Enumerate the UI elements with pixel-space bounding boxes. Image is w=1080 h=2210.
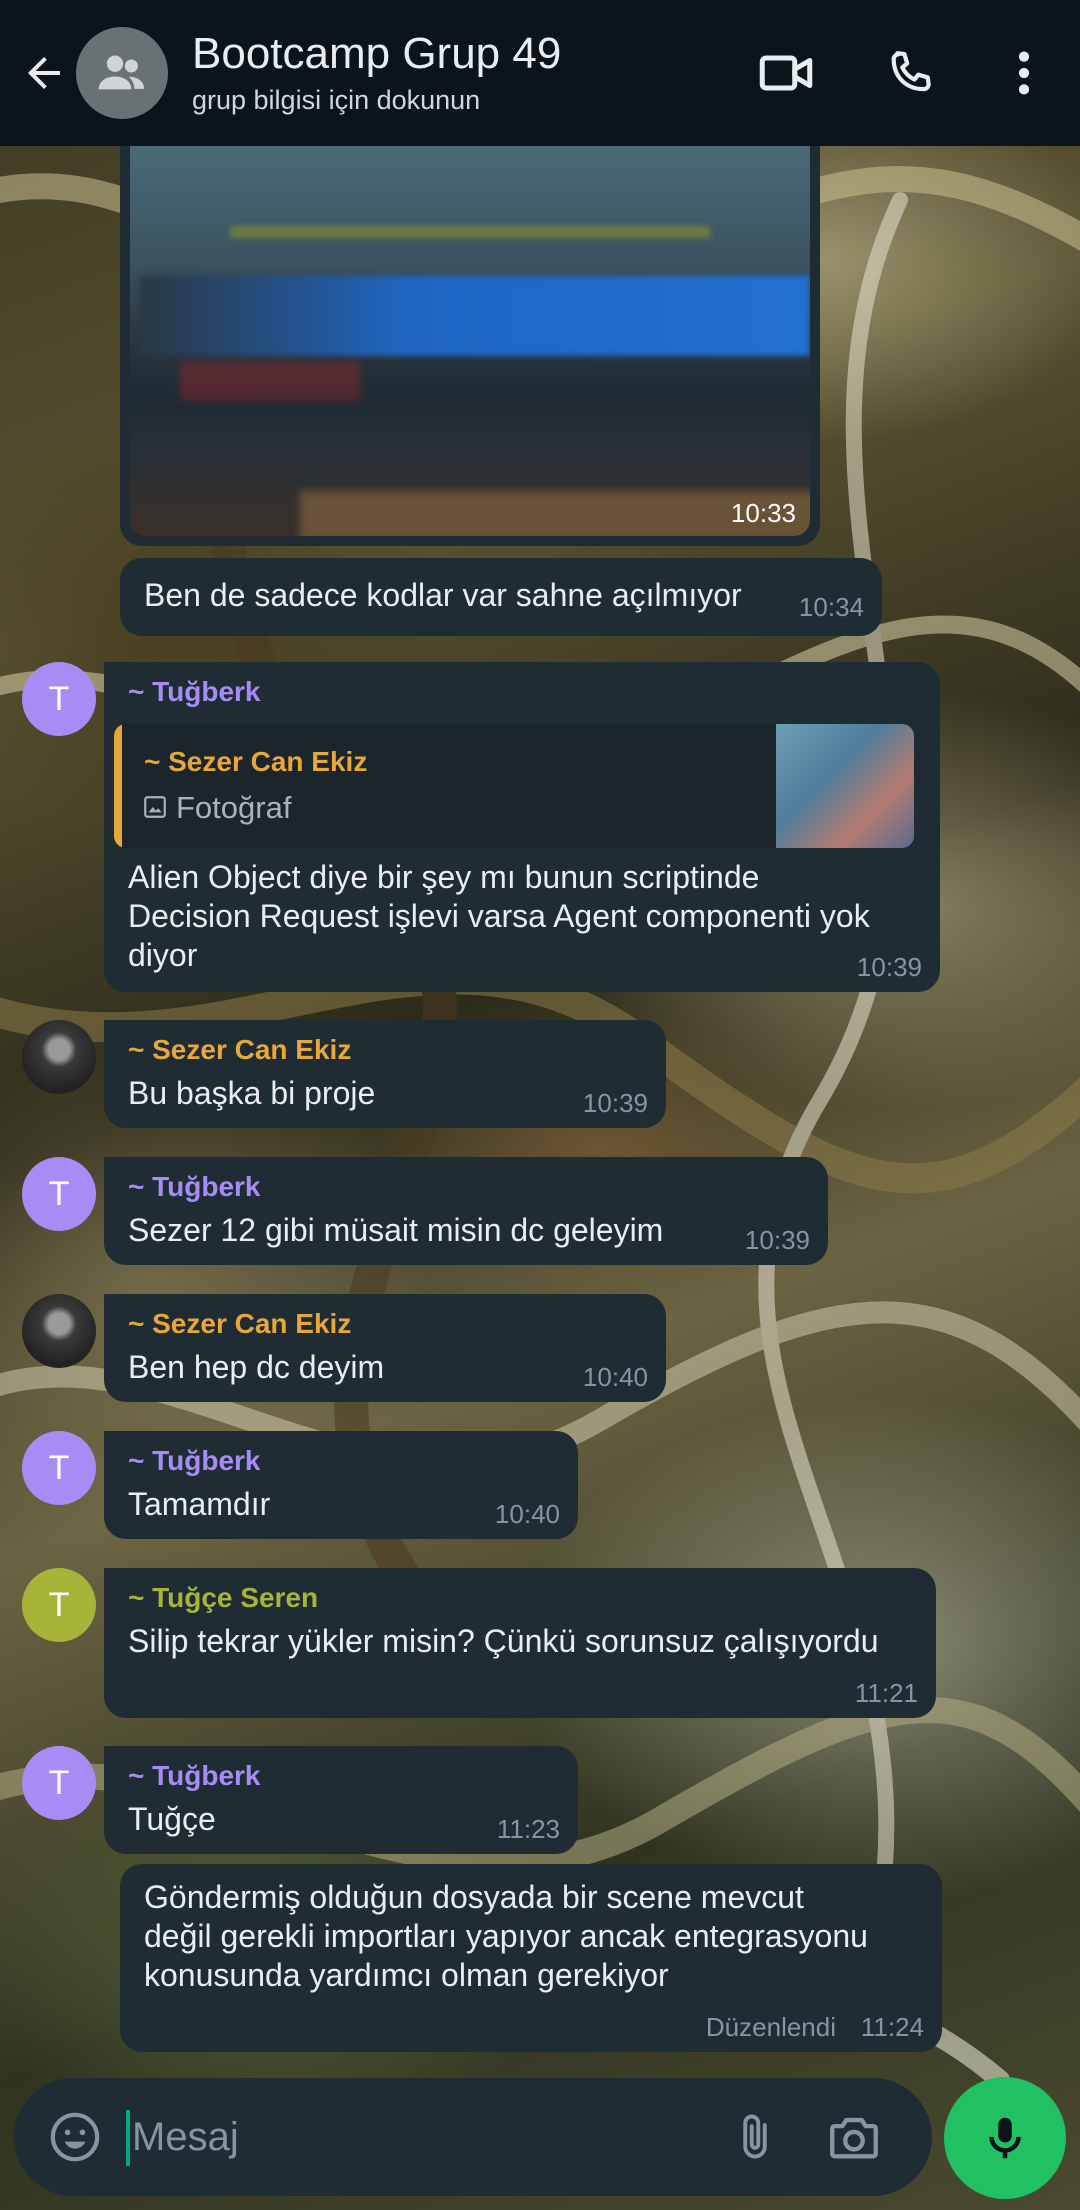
message-text: Tuğçe xyxy=(128,1801,216,1837)
photo-icon xyxy=(142,794,168,825)
phone-icon[interactable] xyxy=(870,33,950,113)
mic-button[interactable] xyxy=(944,2077,1066,2199)
sender-name[interactable]: ~ Tuğberk xyxy=(128,1171,261,1203)
message-time: 10:39 xyxy=(582,1088,648,1118)
message-time: 11:24 xyxy=(860,2012,924,2042)
avatar[interactable] xyxy=(22,1020,96,1094)
message-line: Göndermiş olduğun dosyada bir scene mevc… xyxy=(144,1879,804,1915)
message-bubble[interactable]: Ben de sadece kodlar var sahne açılmıyor… xyxy=(120,558,882,636)
message-bubble[interactable]: ~ Tuğberk ~ Sezer Can Ekiz Fotoğraf Alie… xyxy=(104,662,940,992)
message-time: 10:39 xyxy=(856,952,922,982)
avatar-letter: T xyxy=(48,679,70,718)
blurred-photo[interactable] xyxy=(130,146,810,536)
more-vert-icon[interactable] xyxy=(984,33,1064,113)
message-text: Ben hep dc deyim xyxy=(128,1349,385,1385)
sender-name[interactable]: ~ Tuğberk xyxy=(128,1445,261,1477)
chat-header: Bootcamp Grup 49 grup bilgisi için dokun… xyxy=(0,0,1080,146)
emoji-icon[interactable] xyxy=(40,2102,110,2172)
avatar-letter: T xyxy=(48,1763,70,1802)
message-bubble[interactable]: Göndermiş olduğun dosyada bir scene mevc… xyxy=(120,1864,942,2052)
message-bubble[interactable]: ~ Tuğberk Sezer 12 gibi müsait misin dc … xyxy=(104,1157,828,1265)
paperclip-icon[interactable] xyxy=(720,2102,790,2172)
message-time: 10:33 xyxy=(730,498,796,528)
message-input[interactable] xyxy=(126,2104,686,2170)
avatar[interactable]: T xyxy=(22,1746,96,1820)
message-line: konusunda yardımcı olman gerekiyor xyxy=(144,1957,669,1993)
message-text: Silip tekrar yükler misin? Çünkü sorunsu… xyxy=(128,1623,879,1659)
sender-name[interactable]: ~ Sezer Can Ekiz xyxy=(128,1308,351,1340)
edited-label: Düzenlendi xyxy=(705,2012,836,2042)
message-bubble[interactable]: ~ Tuğberk Tuğçe 11:23 xyxy=(104,1746,578,1854)
chat-title-area[interactable]: Bootcamp Grup 49 grup bilgisi için dokun… xyxy=(192,29,746,115)
avatar[interactable]: T xyxy=(22,662,96,736)
message-line: Alien Object diye bir şey mı bunun scrip… xyxy=(128,859,760,895)
avatar[interactable]: T xyxy=(22,1157,96,1231)
quoted-message[interactable]: ~ Sezer Can Ekiz Fotoğraf xyxy=(114,724,914,848)
sender-name[interactable]: ~ Tuğberk xyxy=(128,1760,261,1792)
message-line: Decision Request işlevi varsa Agent comp… xyxy=(128,898,870,934)
avatar-letter: T xyxy=(48,1448,70,1487)
message-bubble[interactable]: ~ Tuğberk Tamamdır 10:40 xyxy=(104,1431,578,1539)
sender-name[interactable]: ~ Tuğçe Seren xyxy=(128,1582,318,1614)
message-bubble[interactable]: ~ Sezer Can Ekiz Bu başka bi proje 10:39 xyxy=(104,1020,666,1128)
message-text: Sezer 12 gibi müsait misin dc geleyim xyxy=(128,1212,664,1248)
message-time: 10:34 xyxy=(798,592,864,622)
chat-title: Bootcamp Grup 49 xyxy=(192,29,562,79)
group-avatar[interactable] xyxy=(76,27,168,119)
group-icon xyxy=(98,55,145,90)
avatar[interactable]: T xyxy=(22,1431,96,1505)
message-time: 11:23 xyxy=(496,1814,560,1844)
camera-icon[interactable] xyxy=(814,2102,894,2172)
sender-name[interactable]: ~ Tuğberk xyxy=(128,676,261,708)
avatar[interactable]: T xyxy=(22,1568,96,1642)
message-time: 11:21 xyxy=(854,1678,918,1708)
message-line: diyor xyxy=(128,937,198,973)
avatar-letter: T xyxy=(48,1585,70,1624)
message-text: Tamamdır xyxy=(128,1486,271,1522)
avatar-letter: T xyxy=(48,1174,70,1213)
image-message[interactable]: 10:33 xyxy=(120,146,820,546)
sender-name[interactable]: ~ Sezer Can Ekiz xyxy=(128,1034,351,1066)
message-bubble[interactable]: ~ Tuğçe Seren Silip tekrar yükler misin?… xyxy=(104,1568,936,1718)
video-call-icon[interactable] xyxy=(746,33,826,113)
message-line: değil gerekli importları yapıyor ancak e… xyxy=(144,1918,868,1954)
message-time: 10:40 xyxy=(582,1362,648,1392)
quote-thumbnail xyxy=(776,724,914,848)
avatar[interactable] xyxy=(22,1294,96,1368)
message-text: Göndermiş olduğun dosyada bir scene mevc… xyxy=(144,1878,868,1995)
microphone-icon xyxy=(989,2117,1021,2159)
quote-bar xyxy=(114,724,122,848)
message-bubble[interactable]: ~ Sezer Can Ekiz Ben hep dc deyim 10:40 xyxy=(104,1294,666,1402)
message-text: Bu başka bi proje xyxy=(128,1075,376,1111)
message-time: 10:39 xyxy=(744,1225,810,1255)
quote-sender: ~ Sezer Can Ekiz xyxy=(144,746,368,777)
message-text: Alien Object diye bir şey mı bunun scrip… xyxy=(128,858,870,975)
message-composer xyxy=(14,2078,932,2196)
message-time: 10:40 xyxy=(494,1499,560,1529)
message-text: Ben de sadece kodlar var sahne açılmıyor xyxy=(144,577,742,613)
quote-type: Fotoğraf xyxy=(176,790,292,825)
chat-subtitle: grup bilgisi için dokunun xyxy=(192,84,481,115)
back-arrow-icon[interactable] xyxy=(14,43,74,103)
